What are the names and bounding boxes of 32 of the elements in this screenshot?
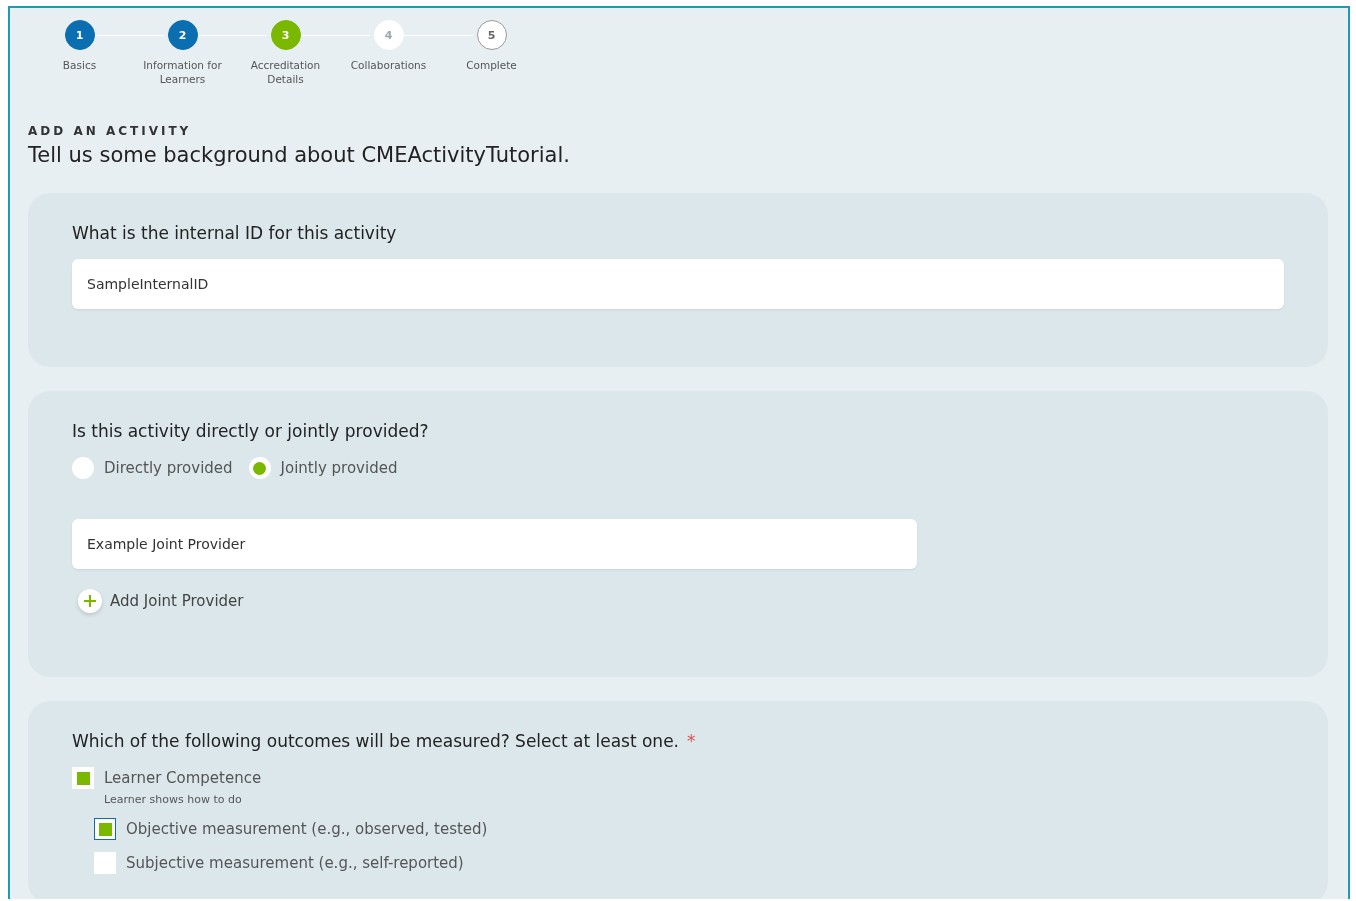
checkbox-hint: Learner shows how to do <box>104 793 243 806</box>
radio-icon[interactable] <box>72 457 94 479</box>
step-label: Information for Learners <box>142 58 223 86</box>
step-label: Accreditation Details <box>249 58 322 86</box>
step-number: 4 <box>373 20 404 50</box>
radio-label: Jointly provided <box>280 459 398 477</box>
add-joint-provider-button[interactable]: Add Joint Provider <box>72 589 244 613</box>
question-label: What is the internal ID for this activity <box>72 223 398 243</box>
radio-icon[interactable] <box>248 457 271 479</box>
page-heading: Tell us some background about CMEActivityTutorial. <box>28 143 571 167</box>
plus-icon <box>78 589 102 613</box>
checkbox[interactable] <box>94 818 116 840</box>
checkbox-label: Learner Competence <box>104 769 262 787</box>
step-number: 1 <box>64 20 95 50</box>
section-eyebrow: ADD AN ACTIVITY <box>28 124 193 138</box>
step-label: Collaborations <box>349 58 428 72</box>
checkbox-label: Subjective measurement (e.g., self-reported) <box>126 854 464 872</box>
step-number: 2 <box>167 20 198 50</box>
step-label: Complete <box>465 58 518 72</box>
question-label: Which of the following outcomes will be measured? Select at least one. <box>72 731 679 751</box>
step-number: 5 <box>476 20 507 50</box>
radio-option[interactable]: Jointly provided <box>248 457 398 479</box>
required-mark: * <box>687 731 696 751</box>
button-label: Add Joint Provider <box>110 592 244 610</box>
step-number: 3 <box>270 20 301 50</box>
joint-provider-field[interactable]: Example Joint Provider <box>72 519 917 569</box>
checkbox-label: Objective measurement (e.g., observed, tested) <box>126 820 488 838</box>
radio-option[interactable]: Directly provided <box>72 457 233 479</box>
question-label: Is this activity directly or jointly provided? <box>72 421 430 441</box>
step-label: Basics <box>61 58 98 72</box>
internal-id-field[interactable]: SampleInternalID <box>72 259 1284 309</box>
radio-label: Directly provided <box>104 459 233 477</box>
